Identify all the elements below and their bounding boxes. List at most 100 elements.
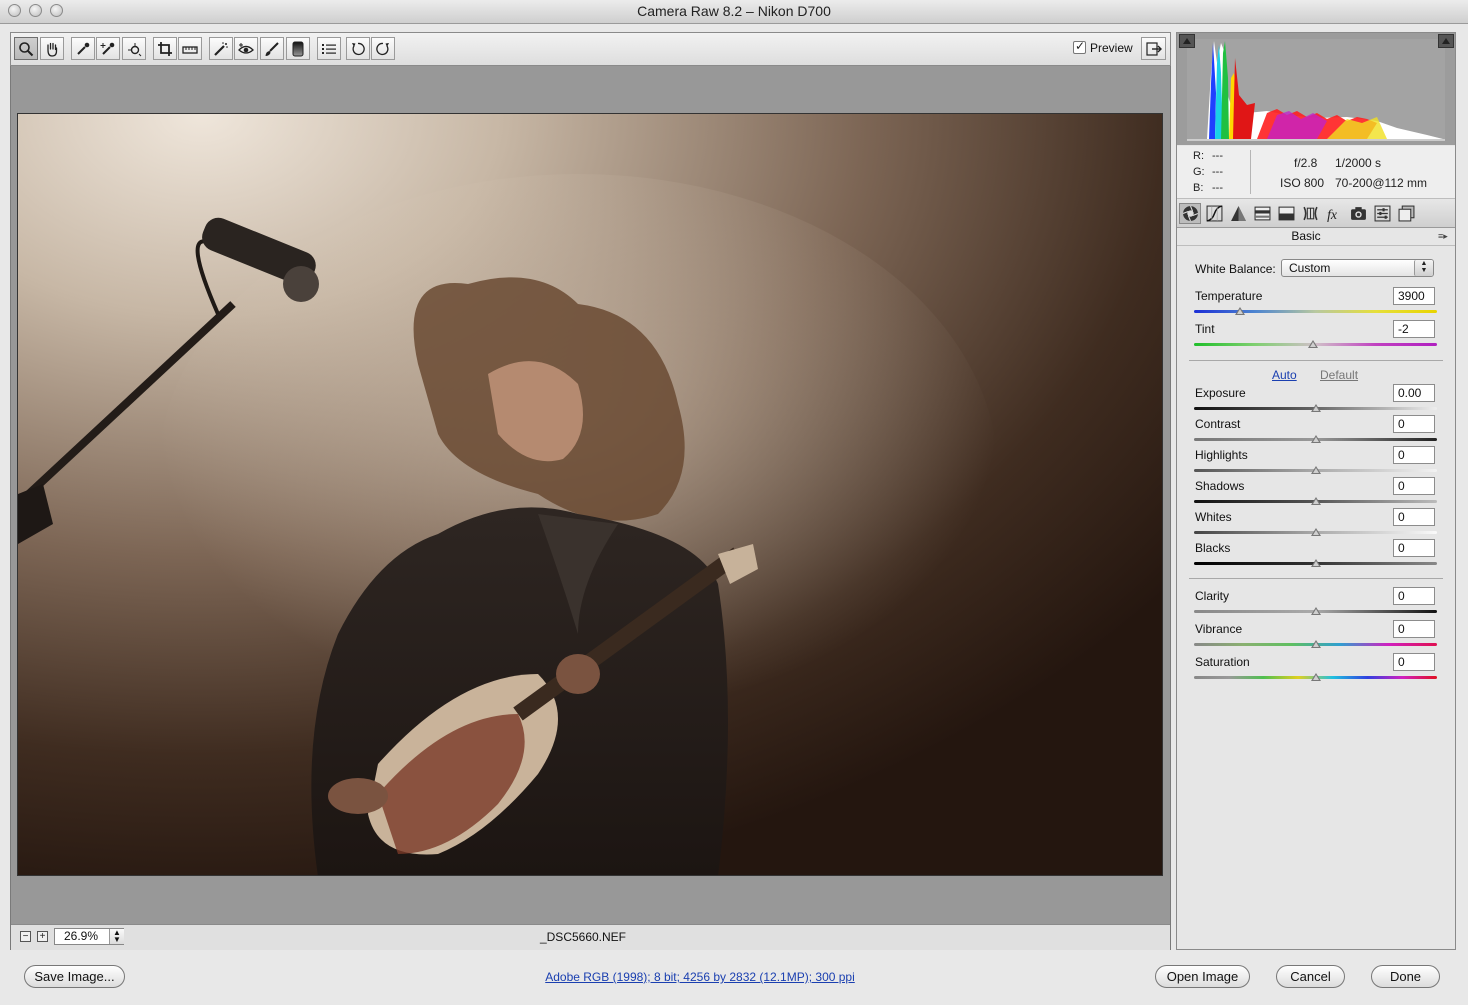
tab-split-toning[interactable] [1275, 203, 1297, 224]
preview-checkbox[interactable] [1073, 39, 1086, 54]
save-image-button[interactable]: Save Image... [24, 965, 125, 988]
temperature-field[interactable]: 3900 [1393, 287, 1435, 305]
histogram [1177, 33, 1455, 145]
tab-lens-corrections[interactable] [1299, 203, 1321, 224]
contrast-slider-thumb[interactable] [1310, 435, 1321, 443]
zoom-level-stepper[interactable]: ▲ ▼ [109, 929, 124, 944]
iso-value: ISO 800 [1280, 176, 1325, 190]
whites-slider-thumb[interactable] [1310, 528, 1321, 536]
exposure-slider-thumb[interactable] [1310, 404, 1321, 412]
temperature-value: 3900 [1398, 289, 1425, 303]
exposure-value: 0.00 [1398, 386, 1422, 400]
temperature-slider-thumb[interactable] [1235, 307, 1246, 315]
window-title: Camera Raw 8.2 – Nikon D700 [637, 3, 831, 19]
contrast-field[interactable]: 0 [1393, 415, 1435, 433]
rotate-left-button[interactable] [346, 37, 370, 60]
tab-camera-calibration[interactable] [1347, 203, 1369, 224]
hand-icon [47, 42, 58, 57]
graduated-filter-tool-button[interactable] [286, 37, 310, 60]
vibrance-value: 0 [1398, 622, 1405, 636]
section-divider [1189, 360, 1443, 361]
done-button[interactable]: Done [1371, 965, 1440, 988]
snapshots-icon [1398, 205, 1414, 222]
clarity-slider-thumb[interactable] [1310, 607, 1321, 615]
spot-removal-icon [214, 41, 228, 56]
spot-removal-tool-button[interactable] [209, 37, 233, 60]
info-divider [1250, 150, 1251, 194]
white-balance-select[interactable]: Custom [1281, 259, 1434, 277]
vibrance-slider-thumb[interactable] [1310, 640, 1321, 648]
workflow-options-link[interactable]: Adobe RGB (1998); 8 bit; 4256 by 2832 (1… [500, 970, 900, 984]
straighten-tool-button[interactable] [178, 37, 202, 60]
red-eye-icon [238, 42, 254, 54]
svg-text:fx: fx [1327, 207, 1338, 222]
shadows-label: Shadows [1195, 479, 1245, 493]
temperature-slider-track[interactable] [1194, 310, 1437, 313]
saturation-field[interactable]: 0 [1393, 653, 1435, 671]
rotate-right-button[interactable] [371, 37, 395, 60]
preferences-button[interactable] [317, 37, 341, 60]
file-name: _DSC5660.NEF [539, 930, 627, 944]
crop-tool-button[interactable] [153, 37, 177, 60]
contrast-value: 0 [1398, 417, 1405, 431]
color-sampler-tool-button[interactable] [96, 37, 120, 60]
tab-tone-curve[interactable] [1203, 203, 1225, 224]
white-balance-tool-button[interactable] [71, 37, 95, 60]
panel-title-divider [1177, 245, 1455, 246]
tab-effects[interactable]: fx [1323, 203, 1345, 224]
tab-detail[interactable] [1227, 203, 1249, 224]
saturation-slider-thumb[interactable] [1310, 673, 1321, 681]
camera-icon [1350, 207, 1366, 220]
brush-icon [265, 41, 279, 56]
highlights-value: 0 [1398, 448, 1405, 462]
fullscreen-toggle-button[interactable] [1141, 37, 1166, 60]
zoom-level-value: 26.9% [64, 929, 99, 943]
contrast-label: Contrast [1195, 417, 1241, 431]
adjustment-brush-tool-button[interactable] [260, 37, 284, 60]
panel-menu-icon[interactable]: ≡▸ [1438, 231, 1448, 242]
shadow-clipping-warning-toggle[interactable] [1179, 34, 1195, 48]
open-image-button[interactable]: Open Image [1155, 965, 1250, 988]
photo-preview[interactable] [17, 113, 1163, 876]
clarity-field[interactable]: 0 [1393, 587, 1435, 605]
shadows-slider-thumb[interactable] [1310, 497, 1321, 505]
color-sampler-icon [100, 42, 115, 55]
saturation-label: Saturation [1195, 655, 1250, 669]
tab-hsl-grayscale[interactable] [1251, 203, 1273, 224]
graduated-filter-icon [292, 41, 304, 56]
highlights-field[interactable]: 0 [1393, 446, 1435, 464]
white-balance-label: White Balance: [1195, 262, 1276, 276]
default-link[interactable]: Default [1320, 368, 1358, 382]
straighten-icon [182, 45, 198, 54]
list-icon [322, 43, 336, 54]
tab-presets[interactable] [1371, 203, 1393, 224]
highlight-clipping-warning-toggle[interactable] [1438, 34, 1454, 48]
lens-value: 70-200@112 mm [1335, 176, 1428, 190]
clarity-label: Clarity [1195, 589, 1230, 603]
zoom-in-button[interactable]: + [37, 931, 48, 942]
vibrance-field[interactable]: 0 [1393, 620, 1435, 638]
hand-tool-button[interactable] [40, 37, 64, 60]
exposure-field[interactable]: 0.00 [1393, 384, 1435, 402]
tab-basic[interactable] [1179, 203, 1201, 224]
targeted-adjustment-tool-button[interactable] [122, 37, 146, 60]
shutter-value: 1/2000 s [1335, 156, 1382, 170]
highlights-label: Highlights [1195, 448, 1248, 462]
highlights-slider-thumb[interactable] [1310, 466, 1321, 474]
blacks-slider-thumb[interactable] [1310, 559, 1321, 567]
shadows-field[interactable]: 0 [1393, 477, 1435, 495]
auto-link[interactable]: Auto [1272, 368, 1297, 382]
preview-label: Preview [1090, 41, 1133, 55]
tint-slider-thumb[interactable] [1308, 340, 1319, 348]
aperture-value: f/2.8 [1294, 156, 1318, 170]
red-eye-tool-button[interactable] [234, 37, 258, 60]
cancel-button[interactable]: Cancel [1276, 965, 1345, 988]
zoom-tool-button[interactable] [14, 37, 38, 60]
whites-field[interactable]: 0 [1393, 508, 1435, 526]
zoom-out-button[interactable]: − [20, 931, 31, 942]
tint-field[interactable]: -2 [1393, 320, 1435, 338]
concert-photo [18, 114, 1162, 875]
blacks-field[interactable]: 0 [1393, 539, 1435, 557]
tint-label: Tint [1195, 322, 1215, 336]
tab-snapshots[interactable] [1395, 203, 1417, 224]
